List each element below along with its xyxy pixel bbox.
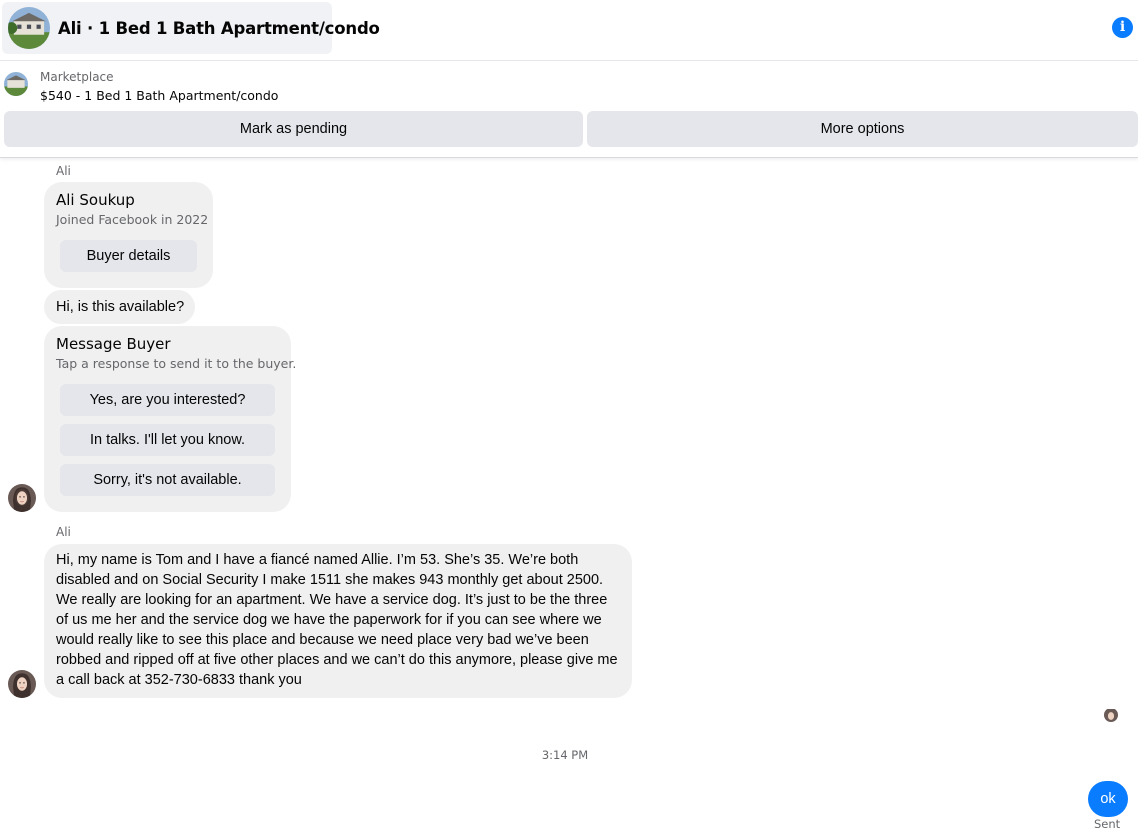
buyer-avatar[interactable] (8, 670, 36, 698)
message-buyer-card: Message Buyer Tap a response to send it … (44, 326, 296, 512)
buyer-avatar[interactable] (8, 484, 36, 512)
seen-avatar-icon (1104, 708, 1118, 722)
listing-avatar (8, 7, 50, 49)
listing-category: Marketplace (40, 70, 114, 84)
message-text: Hi, my name is Tom and I have a fiancé n… (56, 552, 618, 688)
buyer-name: Ali Soukup (56, 191, 135, 209)
listing-name[interactable]: $540 - 1 Bed 1 Bath Apartment/condo (40, 88, 278, 103)
quick-reply-yes-button[interactable]: Yes, are you interested? (60, 384, 275, 416)
marketplace-listing-bar: Marketplace $540 - 1 Bed 1 Bath Apartmen… (0, 61, 1138, 158)
message-bubble: Hi, is this available? (44, 290, 195, 324)
message-timestamp: 3:14 PM (541, 748, 589, 762)
message-status: Sent (1094, 817, 1121, 831)
my-message-bubble: ok (1088, 781, 1128, 817)
buyer-details-button[interactable]: Buyer details (60, 240, 197, 272)
message-buyer-title: Message Buyer (56, 335, 171, 353)
more-options-button[interactable]: More options (587, 111, 1138, 147)
info-icon[interactable]: i (1112, 17, 1133, 38)
message-buyer-subtitle: Tap a response to send it to the buyer. (56, 356, 297, 371)
listing-thumbnail[interactable] (4, 72, 28, 96)
sender-name: Ali (56, 525, 71, 539)
conversation-title-button[interactable]: Ali · 1 Bed 1 Bath Apartment/condo (2, 2, 380, 54)
sender-name: Ali (56, 164, 71, 178)
conversation-title: Ali · 1 Bed 1 Bath Apartment/condo (58, 18, 380, 38)
conversation-header: Ali · 1 Bed 1 Bath Apartment/condo i (0, 0, 1138, 61)
quick-reply-in-talks-button[interactable]: In talks. I'll let you know. (60, 424, 275, 456)
buyer-joined: Joined Facebook in 2022 (56, 212, 209, 227)
mark-as-pending-button[interactable]: Mark as pending (4, 111, 583, 147)
buyer-card: Ali Soukup Joined Facebook in 2022 Buyer… (44, 182, 213, 288)
message-text: Hi, is this available? (56, 299, 185, 315)
quick-reply-not-available-button[interactable]: Sorry, it's not available. (60, 464, 275, 496)
message-text: ok (1100, 791, 1116, 807)
message-bubble: Hi, my name is Tom and I have a fiancé n… (44, 544, 632, 698)
